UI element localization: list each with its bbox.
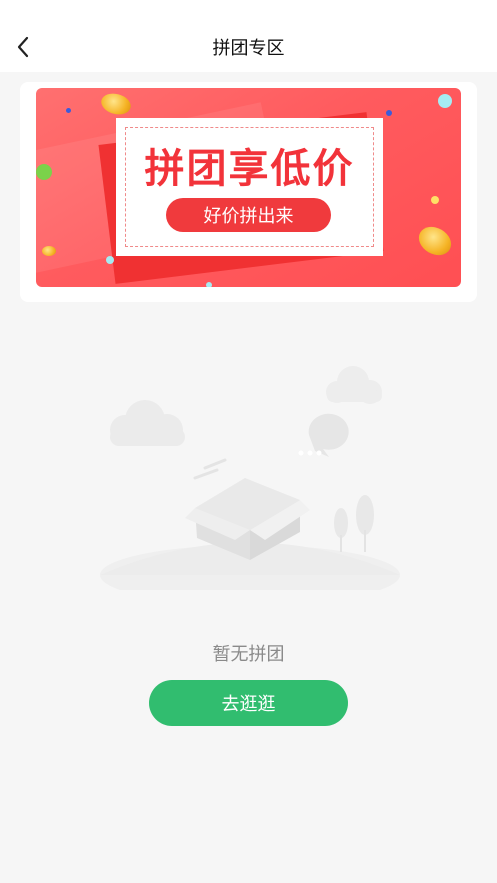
confetti-dot: [36, 164, 52, 180]
confetti-dot: [438, 94, 452, 108]
promo-banner[interactable]: 拼团享低价 好价拼出来: [36, 88, 461, 287]
confetti-dot: [206, 282, 212, 287]
confetti-dot: [66, 108, 71, 113]
confetti-dot: [386, 110, 392, 116]
coin-icon: [98, 90, 134, 118]
browse-button[interactable]: 去逛逛: [149, 680, 348, 726]
empty-state-message: 暂无拼团: [212, 644, 285, 665]
empty-box-illustration: [100, 366, 400, 590]
coin-icon: [42, 246, 56, 256]
coin-icon: [413, 221, 457, 261]
banner-card: 拼团享低价 好价拼出来: [20, 82, 477, 302]
confetti-dot: [431, 196, 439, 204]
banner-panel: 拼团享低价 好价拼出来: [116, 118, 383, 256]
page-title: 拼团专区: [212, 38, 285, 59]
chevron-left-icon: [17, 36, 29, 58]
back-button[interactable]: [12, 34, 34, 60]
navigation-bar: 拼团专区: [0, 0, 497, 72]
banner-subline: 好价拼出来: [166, 198, 331, 232]
confetti-dot: [106, 256, 114, 264]
banner-headline: 拼团享低价: [144, 146, 355, 192]
